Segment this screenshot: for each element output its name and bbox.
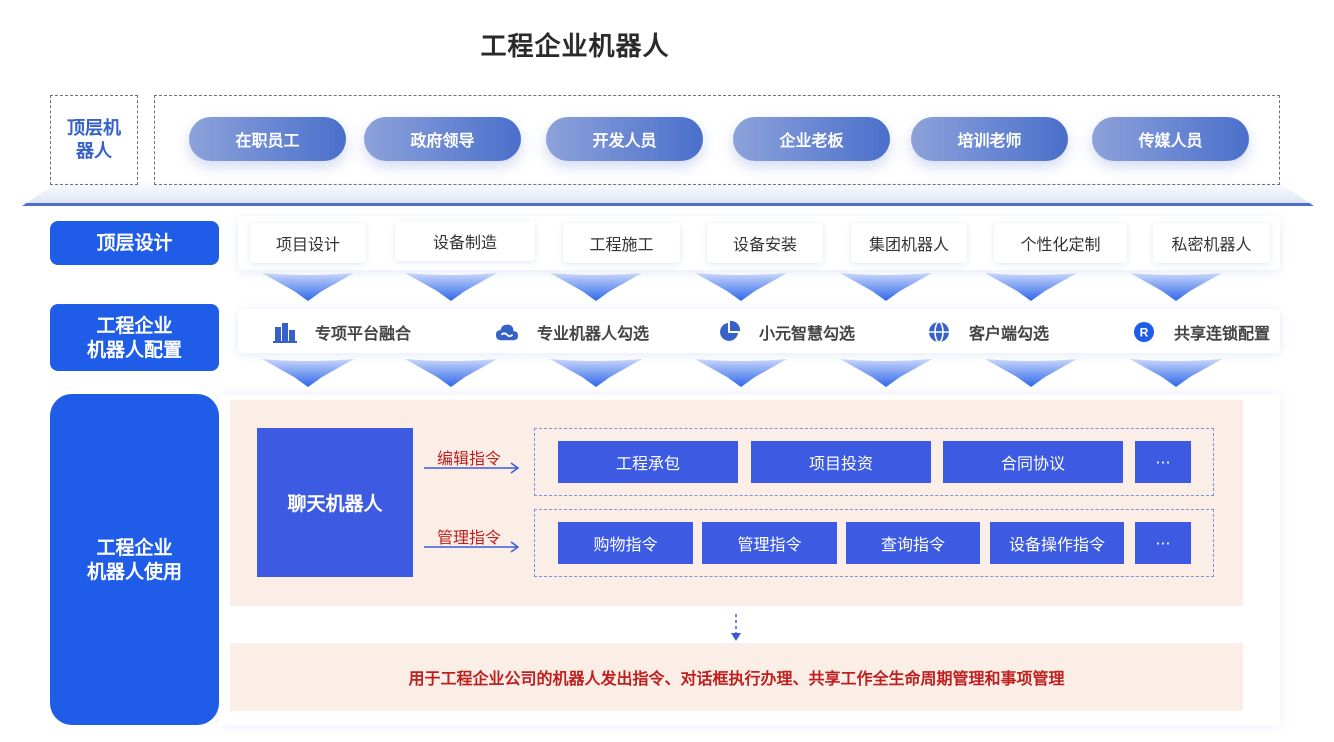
config-label-text: 工程企业 机器人配置 <box>86 314 182 361</box>
design-item[interactable]: 项目设计 <box>250 223 366 263</box>
design-item[interactable]: 工程施工 <box>563 223 680 263</box>
usage-summary: 用于工程企业公司的机器人发出指令、对话框执行办理、共享工作全生命周期管理和事项管… <box>230 643 1243 711</box>
cloud-icon <box>495 320 519 344</box>
config-item-label: 小元智慧勾选 <box>759 324 856 343</box>
chevron-down-icon <box>985 273 1077 301</box>
role-pill[interactable]: 在职员工 <box>189 117 346 161</box>
design-item[interactable]: 设备制造 <box>395 221 535 261</box>
building-chart-icon <box>273 320 297 344</box>
design-item[interactable]: 个性化定制 <box>994 223 1127 263</box>
registered-icon: R <box>1132 320 1156 344</box>
chevron-down-icon <box>1130 359 1222 387</box>
down-arrow-icon <box>731 614 741 641</box>
design-label: 顶层设计 <box>50 221 219 265</box>
svg-text:R: R <box>1140 326 1149 340</box>
edit-command-more-button[interactable]: ··· <box>1135 441 1191 483</box>
manage-command-button[interactable]: 设备操作指令 <box>990 522 1124 564</box>
chevron-down-icon <box>1130 273 1222 301</box>
config-item-label: 共享连锁配置 <box>1174 324 1271 343</box>
config-item-label: 客户端勾选 <box>969 324 1050 343</box>
chevron-down-icon <box>405 273 497 301</box>
top-layer-label: 顶层机 器人 <box>50 95 138 185</box>
chevron-down-icon <box>262 359 354 387</box>
config-item-client[interactable]: 客户端勾选 <box>927 318 1049 346</box>
top-layer-label-text: 顶层机 器人 <box>67 118 121 162</box>
config-item-label: 专项平台融合 <box>315 324 412 343</box>
usage-label: 工程企业 机器人使用 <box>50 394 219 725</box>
role-pill[interactable]: 培训老师 <box>911 117 1068 161</box>
chevron-down-icon <box>840 273 932 301</box>
config-label: 工程企业 机器人配置 <box>50 304 219 371</box>
chat-bot-box[interactable]: 聊天机器人 <box>257 428 413 577</box>
chevron-down-icon <box>550 359 642 387</box>
edit-command-button[interactable]: 工程承包 <box>558 441 738 483</box>
config-item-label: 专业机器人勾选 <box>537 324 650 343</box>
manage-command-button[interactable]: 购物指令 <box>558 522 693 564</box>
config-item-smart[interactable]: 小元智慧勾选 <box>717 318 855 346</box>
chevron-down-icon <box>550 273 642 301</box>
role-pill[interactable]: 企业老板 <box>733 117 890 161</box>
design-item[interactable]: 集团机器人 <box>851 223 967 263</box>
usage-label-text: 工程企业 机器人使用 <box>86 536 182 583</box>
chevron-down-icon <box>262 273 354 301</box>
page-title: 工程企业机器人 <box>480 32 670 62</box>
manage-command-more-button[interactable]: ··· <box>1135 522 1191 564</box>
chevron-down-icon <box>985 359 1077 387</box>
design-item[interactable]: 私密机器人 <box>1153 223 1270 263</box>
chevron-down-icon <box>840 359 932 387</box>
role-pill[interactable]: 政府领导 <box>364 117 521 161</box>
config-item-robot[interactable]: 专业机器人勾选 <box>495 318 649 346</box>
edit-command-button[interactable]: 项目投资 <box>751 441 931 483</box>
chevron-down-icon <box>695 359 787 387</box>
role-pill[interactable]: 开发人员 <box>546 117 703 161</box>
manage-command-button[interactable]: 查询指令 <box>846 522 980 564</box>
config-item-share[interactable]: R 共享连锁配置 <box>1132 318 1270 346</box>
pie-chart-icon <box>717 320 741 344</box>
manage-command-arrow <box>424 541 520 553</box>
edit-command-arrow <box>424 462 520 474</box>
globe-icon <box>927 320 951 344</box>
edit-command-button[interactable]: 合同协议 <box>943 441 1123 483</box>
chevron-down-icon <box>695 273 787 301</box>
role-pill[interactable]: 传媒人员 <box>1092 117 1249 161</box>
config-item-platform[interactable]: 专项平台融合 <box>273 318 411 346</box>
design-item[interactable]: 设备安装 <box>707 223 823 263</box>
chevron-down-icon <box>405 359 497 387</box>
manage-command-button[interactable]: 管理指令 <box>702 522 837 564</box>
